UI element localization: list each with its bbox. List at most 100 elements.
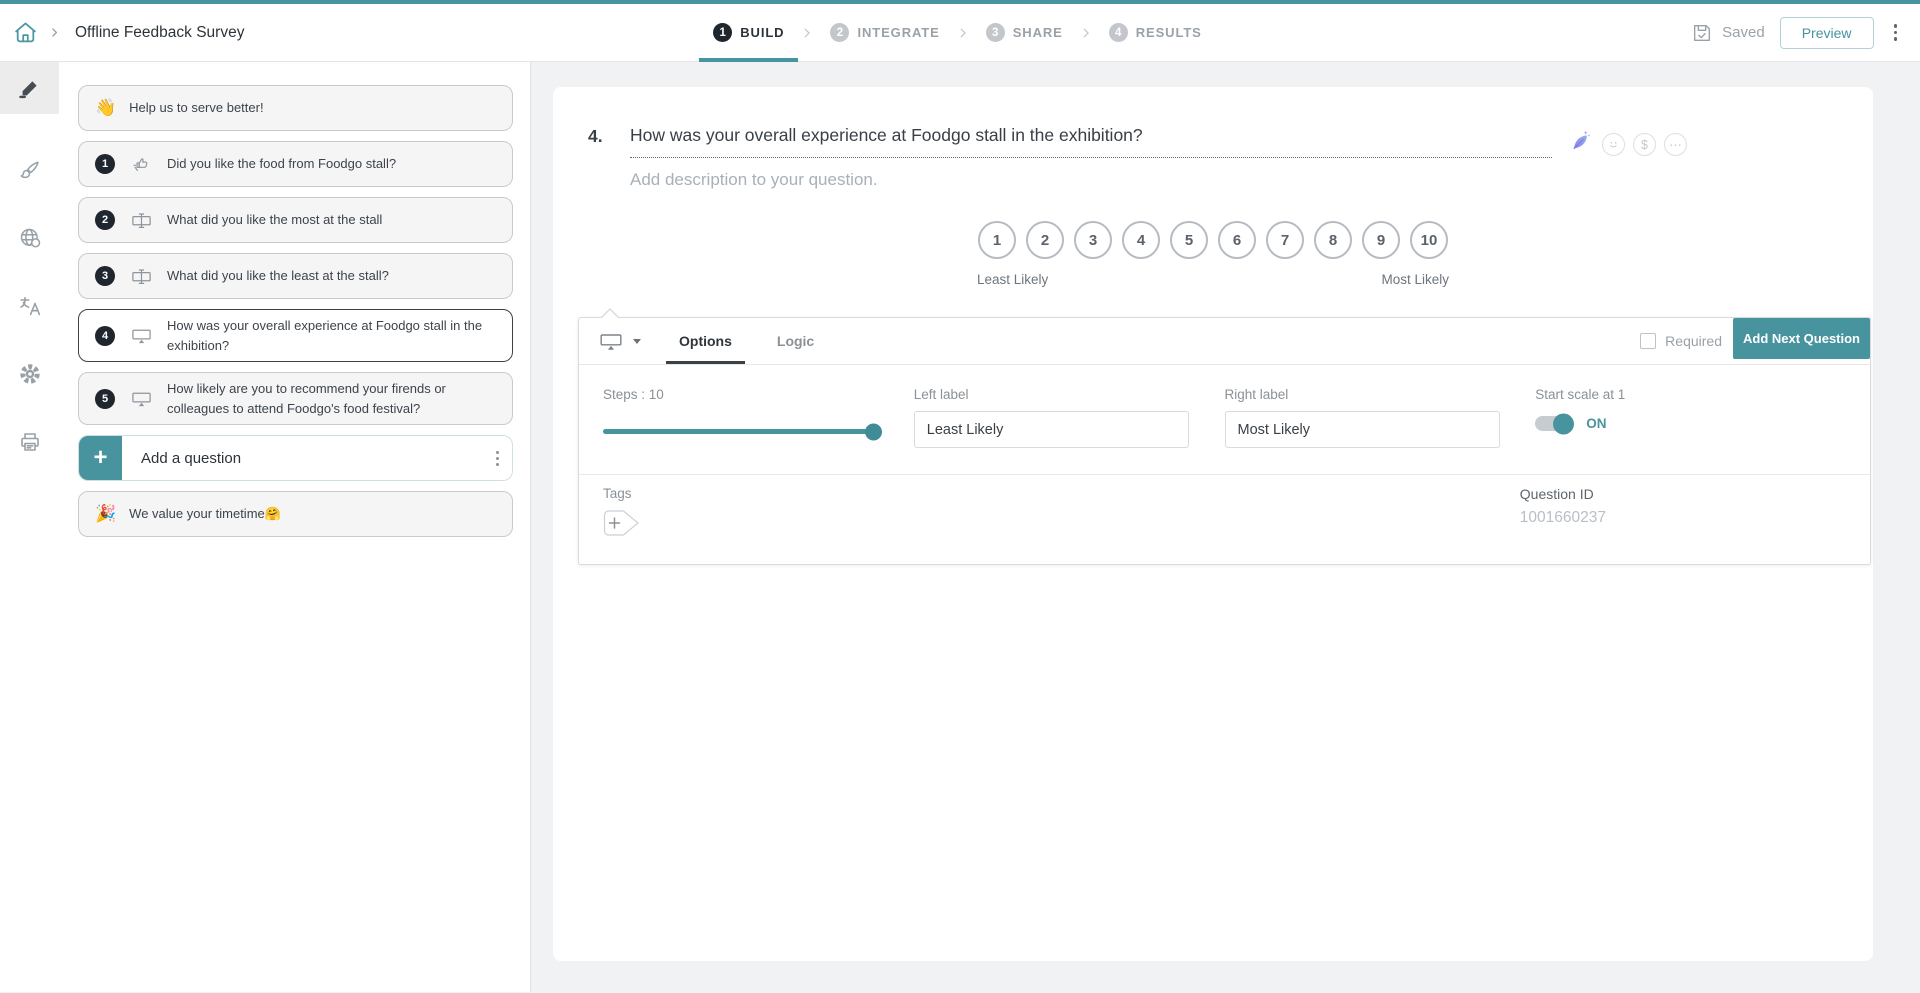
print-icon[interactable] [0, 416, 59, 468]
add-tag-button[interactable] [603, 509, 640, 537]
text-input-icon [128, 266, 154, 287]
theme-brush-icon[interactable] [0, 144, 59, 196]
question-list-item-2[interactable]: 2 What did you like the most at the stal… [78, 197, 513, 243]
required-checkbox[interactable] [1640, 333, 1656, 349]
chevron-down-icon [633, 339, 641, 344]
toggle-state-label: ON [1586, 416, 1606, 431]
steps-label: Steps : 10 [603, 387, 914, 402]
right-label-caption: Right label [1225, 387, 1536, 402]
tab-logic[interactable]: Logic [771, 318, 820, 364]
save-icon [1691, 22, 1713, 44]
left-label-caption: Left label [914, 387, 1225, 402]
scale-option[interactable]: 8 [1314, 221, 1352, 259]
party-popper-emoji-icon: 🎉 [95, 504, 116, 524]
survey-title: Offline Feedback Survey [75, 24, 244, 42]
question-list-item-label: How was your overall experience at Foodg… [167, 316, 498, 355]
translate-icon[interactable] [0, 280, 59, 332]
text-input-icon [128, 210, 154, 231]
question-list-item-3[interactable]: 3 What did you like the least at the sta… [78, 253, 513, 299]
left-icon-rail [0, 62, 59, 992]
editor-pencil-icon[interactable] [0, 62, 59, 114]
chevron-right-icon [800, 26, 814, 40]
tab-options[interactable]: Options [673, 318, 738, 364]
question-list-item-label: What did you like the most at the stall [167, 210, 382, 230]
question-type-selector[interactable] [599, 318, 641, 364]
required-label: Required [1665, 333, 1722, 349]
slider-thumb[interactable] [865, 423, 882, 440]
question-list-item-1[interactable]: 1 Did you like the food from Foodgo stal… [78, 141, 513, 187]
add-question-row[interactable]: + Add a question [78, 435, 513, 481]
smiley-rating-icon[interactable] [1602, 133, 1625, 156]
wave-emoji-icon: 👋 [95, 98, 116, 118]
step-number-badge: 2 [830, 23, 849, 42]
ai-assist-quill-icon[interactable] [1566, 129, 1592, 160]
step-number-badge: 3 [986, 23, 1005, 42]
scale-option[interactable]: 7 [1266, 221, 1304, 259]
scale-option[interactable]: 6 [1218, 221, 1256, 259]
nps-scale-icon [128, 388, 154, 409]
save-status-label: Saved [1722, 24, 1765, 41]
plus-icon[interactable]: + [79, 436, 122, 480]
outro-card[interactable]: 🎉 We value your timetime🤗 [78, 491, 513, 537]
more-options-icon[interactable]: ⋯ [1664, 133, 1687, 156]
intro-card-label: Help us to serve better! [129, 98, 263, 118]
nps-scale-icon [128, 325, 154, 346]
home-icon[interactable] [13, 20, 38, 45]
tab-share[interactable]: 3 SHARE [972, 4, 1077, 61]
settings-gear-icon[interactable] [0, 348, 59, 400]
question-number-badge: 1 [95, 154, 115, 174]
question-number-badge: 2 [95, 210, 115, 230]
editor-main: 4. How was your overall experience at Fo… [531, 62, 1920, 992]
add-question-more-menu[interactable] [491, 445, 504, 472]
question-number-badge: 5 [95, 389, 115, 409]
tab-integrate[interactable]: 2 INTEGRATE [816, 4, 953, 61]
add-next-question-button[interactable]: Add Next Question [1733, 318, 1870, 359]
preview-button[interactable]: Preview [1780, 17, 1874, 49]
scale-option[interactable]: 1 [978, 221, 1016, 259]
question-description-placeholder[interactable]: Add description to your question. [630, 170, 1552, 190]
question-settings-panel: Options Logic Required Add Next Question… [578, 317, 1871, 565]
question-editor-card: 4. How was your overall experience at Fo… [553, 87, 1873, 961]
steps-slider[interactable] [603, 429, 879, 434]
question-number-badge: 3 [95, 266, 115, 286]
intro-card[interactable]: 👋 Help us to serve better! [78, 85, 513, 131]
scale-option[interactable]: 5 [1170, 221, 1208, 259]
breadcrumb-chevron-icon [48, 26, 61, 39]
question-id-value: 1001660237 [1520, 509, 1606, 527]
step-number-badge: 4 [1109, 23, 1128, 42]
scale-option[interactable]: 9 [1362, 221, 1400, 259]
question-list-item-label: Did you like the food from Foodgo stall? [167, 154, 396, 174]
nps-scale-icon [599, 329, 623, 353]
app-header: Offline Feedback Survey 1 BUILD 2 INTEGR… [0, 4, 1920, 62]
step-number-badge: 1 [713, 23, 732, 42]
scale-option[interactable]: 10 [1410, 221, 1448, 259]
scale-option[interactable]: 2 [1026, 221, 1064, 259]
thumbs-rating-icon [128, 154, 154, 175]
build-stepper: 1 BUILD 2 INTEGRATE 3 SHARE 4 RESULTS [699, 4, 1216, 61]
scale-left-label: Least Likely [977, 272, 1048, 287]
question-number-badge: 4 [95, 326, 115, 346]
tags-label: Tags [603, 486, 640, 501]
scale-option[interactable]: 4 [1122, 221, 1160, 259]
tab-results[interactable]: 4 RESULTS [1095, 4, 1216, 61]
header-more-menu[interactable] [1889, 18, 1903, 47]
chevron-right-icon [956, 26, 970, 40]
tab-build[interactable]: 1 BUILD [699, 4, 798, 61]
nps-scale-preview: 1 2 3 4 5 6 7 8 9 10 Least Likely Most L… [553, 221, 1873, 287]
question-number: 4. [588, 125, 630, 147]
question-list-item-4-selected[interactable]: 4 How was your overall experience at Foo… [78, 309, 513, 362]
outro-card-label: We value your timetime🤗 [129, 504, 281, 524]
question-list-item-5[interactable]: 5 How likely are you to recommend your f… [78, 372, 513, 425]
score-dollar-icon[interactable]: $ [1633, 133, 1656, 156]
right-label-input[interactable] [1225, 411, 1500, 448]
publish-globe-icon[interactable] [0, 212, 59, 264]
left-label-input[interactable] [914, 411, 1189, 448]
question-list-sidebar: 👋 Help us to serve better! 1 Did you lik… [59, 62, 531, 992]
question-id-label: Question ID [1520, 486, 1606, 502]
start-scale-caption: Start scale at 1 [1535, 387, 1846, 402]
scale-option[interactable]: 3 [1074, 221, 1112, 259]
start-scale-toggle[interactable] [1535, 416, 1572, 431]
scale-right-label: Most Likely [1381, 272, 1449, 287]
chevron-right-icon [1079, 26, 1093, 40]
question-title-input[interactable]: How was your overall experience at Foodg… [630, 125, 1552, 158]
